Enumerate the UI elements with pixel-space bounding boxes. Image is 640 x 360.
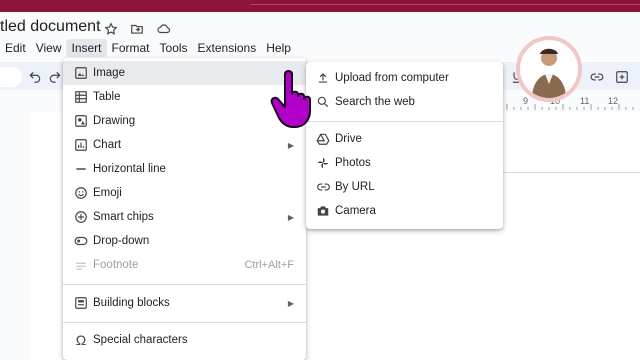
submenu-item-upload[interactable]: Upload from computer	[306, 66, 503, 90]
photos-icon	[315, 155, 331, 171]
menu-item-label: Table	[93, 91, 121, 103]
menu-item-label: Footnote	[93, 259, 139, 271]
menu-edit[interactable]: Edit	[0, 39, 31, 57]
submenu-item-search-web[interactable]: Search the web	[306, 90, 503, 114]
document-title[interactable]: tled document	[0, 18, 101, 36]
undo-icon[interactable]	[26, 68, 44, 86]
submenu-item-drive[interactable]: Drive	[306, 127, 503, 151]
menu-item-label: Building blocks	[93, 297, 170, 309]
image-icon	[73, 65, 89, 81]
search-menus-pill[interactable]	[0, 67, 22, 87]
tab-strip-decoration	[250, 4, 640, 5]
move-folder-icon[interactable]	[128, 20, 146, 38]
menu-view[interactable]: View	[31, 39, 67, 57]
menu-item-label: Horizontal line	[93, 163, 166, 175]
menu-item-emoji[interactable]: Emoji	[63, 181, 306, 205]
menu-item-footnote: Footnote Ctrl+Alt+F	[63, 253, 306, 277]
menu-extensions[interactable]: Extensions	[193, 39, 262, 57]
menu-item-dropdown[interactable]: Drop-down	[63, 229, 306, 253]
cloud-status-icon[interactable]	[154, 20, 172, 38]
image-submenu: Upload from computer Search the web Driv…	[306, 62, 503, 229]
omega-icon: Ω	[75, 332, 87, 348]
menubar: Edit View Insert Format Tools Extensions…	[0, 39, 296, 57]
submenu-item-photos[interactable]: Photos	[306, 151, 503, 175]
menu-separator	[63, 322, 306, 323]
submenu-item-label: By URL	[335, 181, 375, 193]
menu-item-label: Emoji	[93, 187, 122, 199]
presenter-avatar	[516, 36, 582, 102]
building-blocks-icon	[73, 295, 89, 311]
ruler-ticks	[506, 104, 634, 110]
drawing-icon	[73, 113, 89, 129]
hand-pointer-icon	[270, 70, 311, 128]
title-icons	[102, 20, 172, 38]
submenu-arrow-icon: ▶	[287, 140, 294, 150]
redo-icon[interactable]	[46, 68, 64, 86]
menu-item-chart[interactable]: Chart ▶	[63, 133, 306, 157]
submenu-arrow-icon: ▶	[287, 298, 294, 308]
submenu-item-by-url[interactable]: By URL	[306, 175, 503, 199]
camera-icon	[315, 203, 331, 219]
submenu-arrow-icon: ▶	[287, 212, 294, 222]
menu-insert[interactable]: Insert	[66, 39, 107, 57]
submenu-item-label: Photos	[335, 157, 371, 169]
link-toolbar-icon[interactable]	[588, 68, 606, 86]
menu-item-label: Special characters	[93, 334, 188, 346]
menu-item-shortcut: Ctrl+Alt+F	[244, 259, 294, 271]
submenu-item-label: Camera	[335, 205, 376, 217]
star-icon[interactable]	[102, 20, 120, 38]
add-comment-icon[interactable]	[613, 68, 631, 86]
menu-item-label: Chart	[93, 139, 122, 151]
menu-separator	[63, 284, 306, 285]
menu-item-label: Drop-down	[93, 235, 150, 247]
submenu-item-label: Search the web	[335, 96, 415, 108]
menu-item-label: Image	[93, 67, 125, 79]
menu-item-label: Smart chips	[93, 211, 154, 223]
menu-tools[interactable]: Tools	[155, 39, 193, 57]
menu-help[interactable]: Help	[261, 39, 296, 57]
submenu-separator	[306, 121, 503, 122]
page-margin-line	[500, 172, 640, 173]
table-icon	[73, 89, 89, 105]
menu-item-building-blocks[interactable]: Building blocks ▶	[63, 291, 306, 315]
menu-item-label: Drawing	[93, 115, 136, 127]
horizontal-line-icon	[73, 161, 89, 177]
menu-item-smart-chips[interactable]: Smart chips ▶	[63, 205, 306, 229]
browser-tab-strip	[0, 0, 640, 12]
menu-format[interactable]: Format	[107, 39, 155, 57]
person-icon	[532, 48, 566, 98]
emoji-icon	[73, 185, 89, 201]
chart-icon	[73, 137, 89, 153]
menu-item-horizontal-line[interactable]: Horizontal line	[63, 157, 306, 181]
drive-icon	[315, 131, 331, 147]
menu-item-special-characters[interactable]: Ω Special characters	[63, 328, 306, 352]
submenu-item-label: Drive	[335, 133, 362, 145]
link-icon	[315, 179, 331, 195]
dropdown-icon	[73, 233, 89, 249]
footnote-icon	[73, 257, 89, 273]
submenu-item-label: Upload from computer	[335, 72, 449, 84]
smart-chips-icon	[73, 209, 89, 225]
submenu-item-camera[interactable]: Camera	[306, 199, 503, 223]
